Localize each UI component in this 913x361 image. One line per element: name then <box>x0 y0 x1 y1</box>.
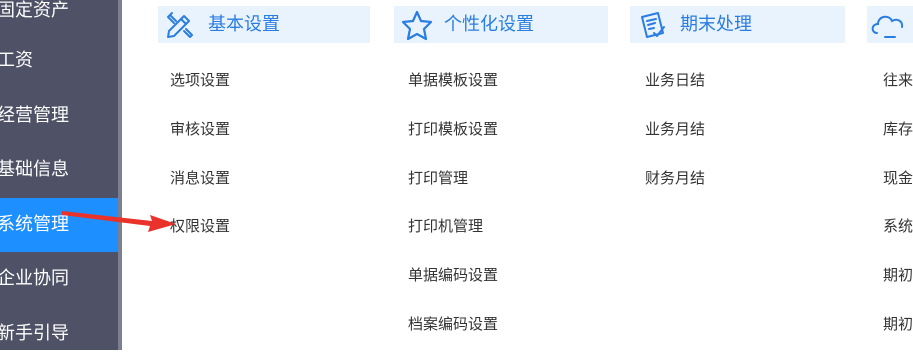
sidebar-item-payroll[interactable]: 工资 <box>0 34 118 88</box>
group-title: 个性化设置 <box>444 14 534 35</box>
sidebar-item-beginner-guide[interactable]: 新手引导 <box>0 307 118 361</box>
sidebar: 固定资产 工资 经营管理 基础信息 系统管理 企业协同 新手引导 <box>0 0 118 350</box>
menu-item-printer-management[interactable]: 打印机管理 <box>408 216 483 236</box>
group-title: 期末处理 <box>680 14 752 35</box>
menu-item-period-initial-2[interactable]: 期初 <box>883 314 913 334</box>
menu-item-document-template-settings[interactable]: 单据模板设置 <box>408 70 498 90</box>
group-header-period-end: 期末处理 <box>630 6 845 43</box>
menu-item-option-settings[interactable]: 选项设置 <box>170 70 230 90</box>
menu-item-message-settings[interactable]: 消息设置 <box>170 168 230 188</box>
sidebar-item-basic-info[interactable]: 基础信息 <box>0 143 118 197</box>
sidebar-item-fixed-assets[interactable]: 固定资产 <box>0 0 118 38</box>
group-header-data <box>867 6 913 43</box>
menu-item-document-code-settings[interactable]: 单据编码设置 <box>408 265 498 285</box>
menu-item-print-management[interactable]: 打印管理 <box>408 168 468 188</box>
pencil-ruler-icon <box>164 9 196 41</box>
menu-item-accounts-initial[interactable]: 往来 <box>883 70 913 90</box>
sidebar-item-label: 新手引导 <box>0 323 69 344</box>
menu-item-daily-closing[interactable]: 业务日结 <box>645 70 705 90</box>
menu-item-period-initial-1[interactable]: 期初 <box>883 265 913 285</box>
cloud-icon <box>869 9 904 41</box>
sidebar-divider <box>118 0 122 350</box>
menu-item-business-monthly-closing[interactable]: 业务月结 <box>645 119 705 139</box>
sidebar-item-label: 系统管理 <box>0 214 69 235</box>
menu-item-archive-code-settings[interactable]: 档案编码设置 <box>408 314 498 334</box>
sidebar-item-label: 固定资产 <box>0 0 69 21</box>
annotation-arrow <box>62 211 176 232</box>
sidebar-item-enterprise-collaboration[interactable]: 企业协同 <box>0 252 118 306</box>
menu-item-print-template-settings[interactable]: 打印模板设置 <box>408 119 498 139</box>
menu-item-inventory-initial[interactable]: 库存 <box>883 119 913 139</box>
sidebar-item-label: 企业协同 <box>0 268 69 289</box>
group-header-basic-settings: 基本设置 <box>158 6 370 43</box>
sidebar-item-business-management[interactable]: 经营管理 <box>0 89 118 143</box>
menu-item-system-initial[interactable]: 系统 <box>883 216 913 236</box>
checklist-icon <box>636 9 668 41</box>
group-header-personalization: 个性化设置 <box>394 6 608 43</box>
star-icon <box>400 9 433 41</box>
sidebar-item-label: 工资 <box>0 50 33 71</box>
group-title: 基本设置 <box>208 14 280 35</box>
sidebar-item-label: 经营管理 <box>0 105 69 126</box>
menu-item-cash-initial[interactable]: 现金 <box>883 168 913 188</box>
sidebar-item-label: 基础信息 <box>0 159 69 180</box>
menu-item-financial-monthly-closing[interactable]: 财务月结 <box>645 168 705 188</box>
menu-item-audit-settings[interactable]: 审核设置 <box>170 119 230 139</box>
